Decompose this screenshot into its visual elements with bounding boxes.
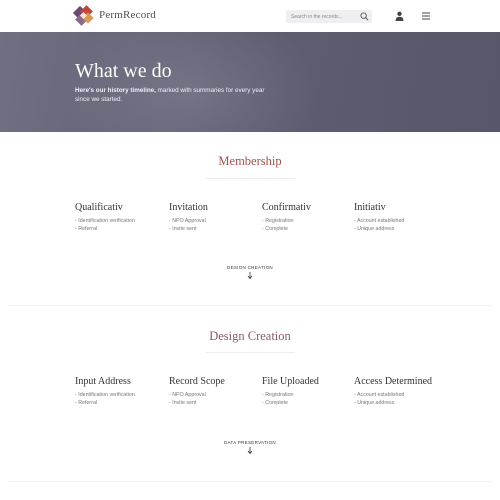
stage-item: - Referral: [75, 226, 98, 232]
stage-item: - Identification verification: [75, 218, 135, 224]
stage-item: - Invite sent: [169, 400, 197, 406]
next-section-link[interactable]: DATA PRESERVATION: [0, 440, 500, 445]
stage-item: - Complete: [262, 400, 288, 406]
stage-heading: Input Address: [75, 376, 131, 387]
page-title: What we do: [75, 60, 172, 82]
search-icon[interactable]: [360, 12, 369, 21]
arrow-down-icon[interactable]: [247, 272, 253, 279]
stage-column: Qualificativ - Identification verificati…: [75, 202, 165, 232]
stage-item: - Registration: [262, 392, 294, 398]
brand-name[interactable]: PermRecord: [99, 9, 156, 21]
hero-banner: What we do Here's our history timeline, …: [0, 32, 500, 132]
arrow-down-icon[interactable]: [247, 447, 253, 454]
top-navigation-bar: PermRecord: [0, 0, 500, 32]
next-section-link[interactable]: DESIGN CREATION: [0, 265, 500, 270]
stage-item: - Referral: [75, 400, 98, 406]
section-title: Design Creation: [209, 329, 291, 343]
section-divider: [8, 481, 492, 482]
permrecord-logo-icon[interactable]: [72, 5, 96, 27]
stage-heading: Invitation: [169, 202, 208, 213]
stage-heading: Qualificativ: [75, 202, 123, 213]
menu-icon[interactable]: [421, 11, 431, 21]
stage-item: - Unique address: [354, 400, 395, 406]
title-underline: [205, 352, 295, 353]
section-divider: [8, 305, 492, 306]
stage-item: - Registration: [262, 218, 294, 224]
stage-item: - Identification verification: [75, 392, 135, 398]
stage-item: - NPO Approval: [169, 392, 206, 398]
stage-column: File Uploaded - Registration - Complete: [262, 376, 352, 406]
stage-column: Record Scope - NPO Approval - Invite sen…: [169, 376, 259, 406]
stage-column: Input Address - Identification verificat…: [75, 376, 165, 406]
search-input[interactable]: [291, 10, 357, 23]
stage-item: - Invite sent: [169, 226, 197, 232]
user-icon[interactable]: [395, 11, 404, 21]
stage-column: Access Determined - Account established …: [354, 376, 444, 406]
search-box[interactable]: [286, 10, 372, 23]
stage-heading: Access Determined: [354, 376, 433, 387]
stage-item: - Account established: [354, 392, 405, 398]
stage-item: - Complete: [262, 226, 288, 232]
stage-heading: Initiativ: [354, 202, 386, 213]
section-title: Membership: [218, 154, 282, 168]
stage-item: - NPO Approval: [169, 218, 206, 224]
stage-heading: File Uploaded: [262, 376, 319, 387]
stage-column: Confirmativ - Registration - Complete: [262, 202, 352, 232]
hero-subtitle: Here's our history timeline, marked with…: [75, 86, 265, 104]
stage-heading: Confirmativ: [262, 202, 311, 213]
stage-heading: Record Scope: [169, 376, 225, 387]
title-underline: [205, 178, 295, 179]
stage-column: Initiativ - Account established - Unique…: [354, 202, 444, 232]
stage-column: Invitation - NPO Approval - Invite sent: [169, 202, 259, 232]
stage-item: - Account established: [354, 218, 405, 224]
stage-item: - Unique address: [354, 226, 395, 232]
hero-subtitle-bold: Here's our history timeline,: [75, 87, 156, 94]
